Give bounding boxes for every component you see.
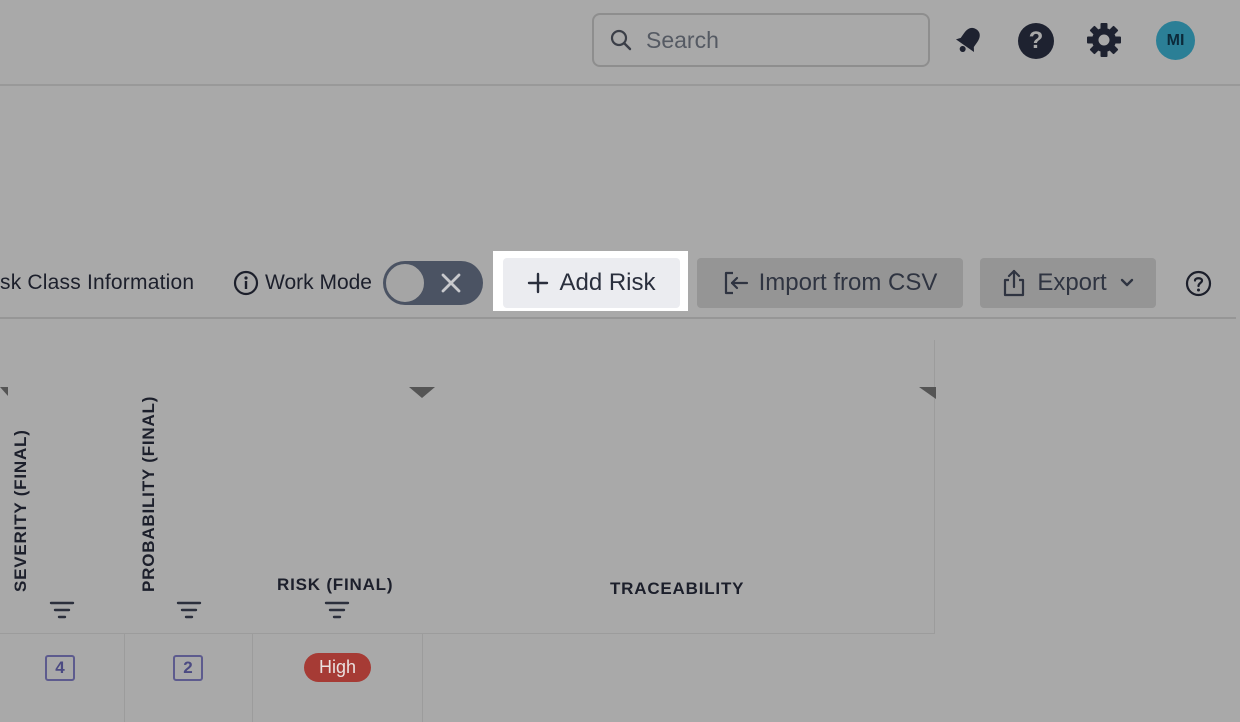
column-header-risk[interactable]: RISK (FINAL) [277,575,393,595]
column-resize-handle[interactable] [409,387,435,398]
add-risk-button[interactable]: Add Risk [503,258,680,308]
export-label: Export [1037,269,1107,296]
column-resize-handle[interactable] [0,387,8,396]
cell-divider [124,634,125,722]
search-input[interactable] [646,26,896,54]
gear-icon[interactable] [1085,21,1123,59]
import-csv-button[interactable]: Import from CSV [697,258,963,308]
filter-icon[interactable] [324,601,350,619]
column-header-probability[interactable]: PROBABILITY (FINAL) [139,396,159,592]
column-resize-handle[interactable] [919,387,936,399]
plus-icon [528,272,549,294]
export-button[interactable]: Export [980,258,1156,308]
work-mode-toggle[interactable] [383,261,483,305]
bell-icon[interactable] [953,24,985,56]
close-icon [441,273,461,293]
filter-icon[interactable] [49,601,75,619]
work-mode-label: Work Mode [233,270,372,296]
help-circle-outline-icon[interactable] [1185,270,1212,302]
info-icon [233,270,259,296]
add-risk-label: Add Risk [559,269,656,296]
top-bar: ? MI [0,0,1240,86]
cell-divider [422,634,423,722]
avatar[interactable]: MI [1156,21,1195,60]
toolbar-divider [0,317,1236,319]
column-header-traceability[interactable]: TRACEABILITY [610,579,744,599]
import-csv-label: Import from CSV [758,269,938,296]
column-header-severity[interactable]: SEVERITY (FINAL) [11,429,31,592]
search-icon [610,29,632,51]
import-icon [724,271,748,295]
chevron-down-icon [1120,278,1133,287]
risk-level-badge: High [304,653,371,682]
risk-class-information-link[interactable]: sk Class Information [0,271,194,295]
share-icon [1004,269,1025,297]
filter-icon[interactable] [176,601,202,619]
search-box[interactable] [592,13,930,67]
work-mode-text: Work Mode [265,271,372,294]
probability-value[interactable]: 2 [173,655,203,681]
help-circle-icon[interactable]: ? [1018,23,1054,59]
severity-value[interactable]: 4 [45,655,75,681]
cell-divider [252,634,253,722]
toggle-knob [384,262,426,304]
